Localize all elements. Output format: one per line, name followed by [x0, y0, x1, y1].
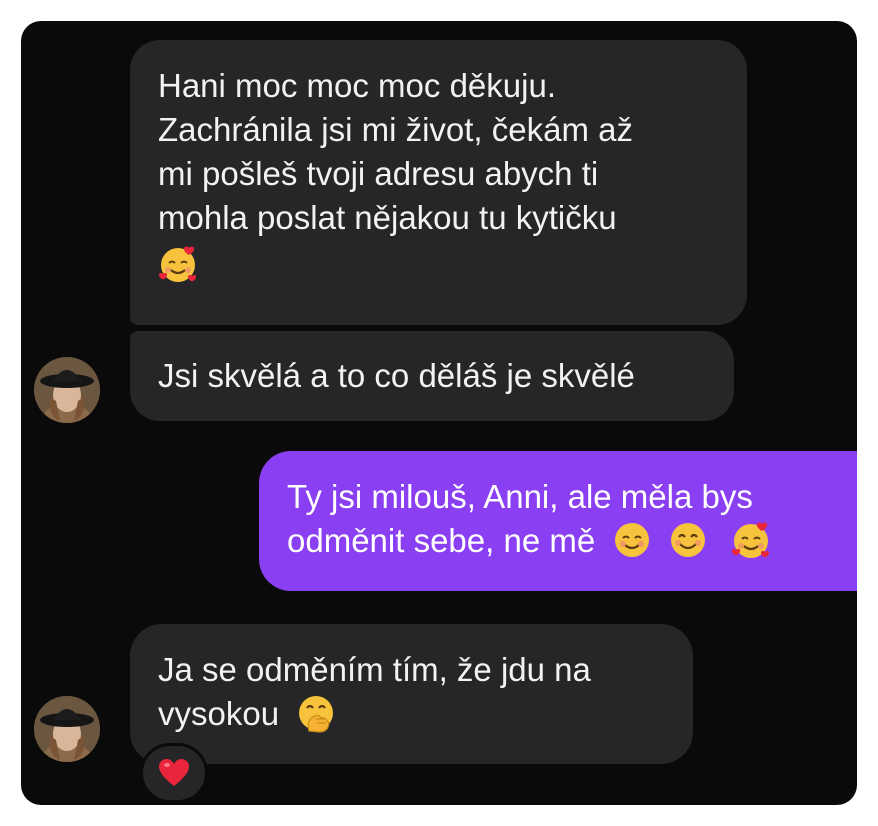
- message-line: mohla poslat nějakou tu kytičku: [158, 199, 617, 236]
- message-line: odměnit sebe, ne mě: [287, 522, 596, 559]
- red-heart-icon: [159, 759, 189, 786]
- chat-thread: Hani moc moc moc děkuju. Zachránila jsi …: [21, 21, 857, 805]
- message-line: mi pošleš tvoji adresu abych ti: [158, 155, 599, 192]
- smiling-face-with-smiling-eyes-icon: [670, 523, 705, 557]
- message-bubble-incoming[interactable]: Hani moc moc moc děkuju. Zachránila jsi …: [130, 40, 747, 325]
- smiling-face-icon: [615, 523, 650, 557]
- reaction-badge[interactable]: [140, 743, 208, 803]
- smiling-face-with-hearts-icon: [731, 522, 769, 558]
- message-line: Hani moc moc moc děkuju.: [158, 67, 556, 104]
- contact-avatar[interactable]: [34, 357, 100, 423]
- smiling-face-with-hearts-icon: [158, 246, 197, 282]
- message-bubble-outgoing[interactable]: Ty jsi milouš, Anni, ale měla bys odměni…: [259, 451, 857, 591]
- contact-avatar[interactable]: [34, 696, 100, 762]
- message-line: vysokou: [158, 695, 280, 732]
- message-line: Zachránila jsi mi život, čekám až: [158, 111, 633, 148]
- message-line: Ja se odměním tím, že jdu na: [158, 651, 591, 688]
- message-line: Ty jsi milouš, Anni, ale měla bys: [287, 478, 753, 515]
- message-bubble-incoming[interactable]: Jsi skvělá a to co děláš je skvělé: [130, 331, 734, 421]
- message-bubble-incoming[interactable]: Ja se odměním tím, že jdu na vysokou: [130, 624, 693, 764]
- face-with-hand-over-mouth-icon: [299, 696, 334, 733]
- message-text: Jsi skvělá a to co děláš je skvělé: [158, 357, 635, 394]
